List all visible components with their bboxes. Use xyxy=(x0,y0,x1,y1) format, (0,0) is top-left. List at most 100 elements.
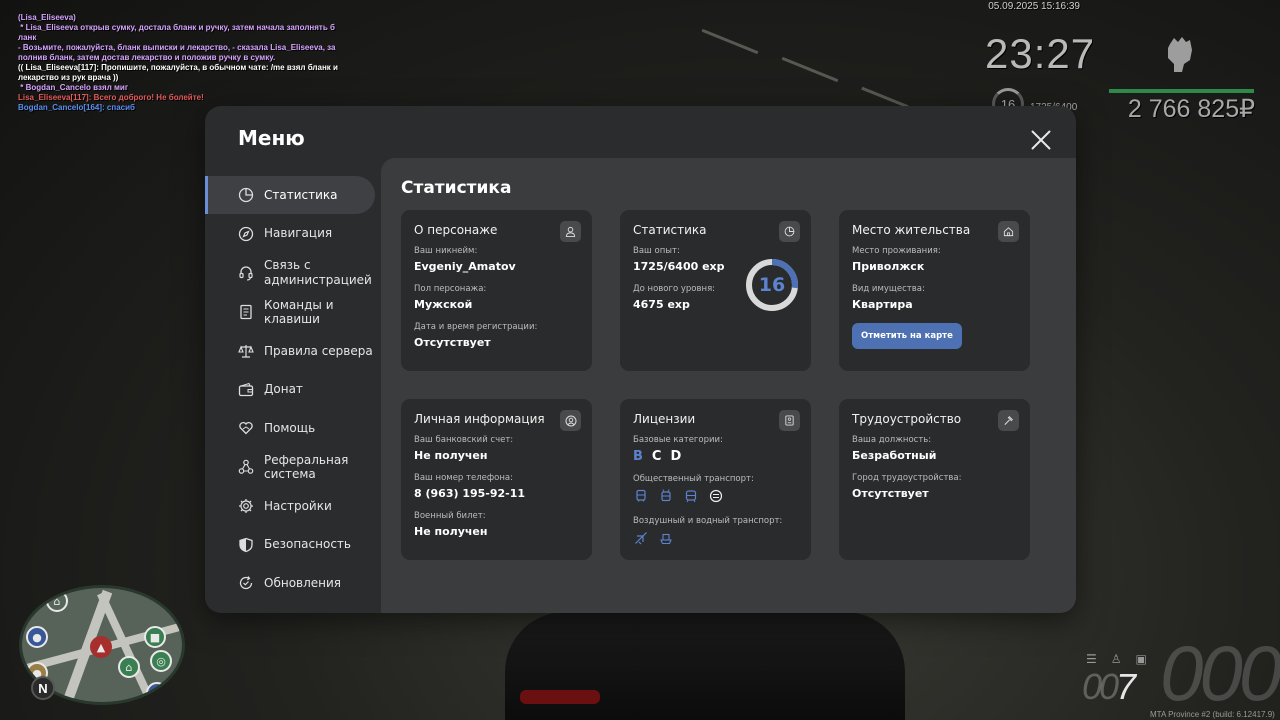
pie-chart-icon xyxy=(237,186,255,204)
position-label: Ваша должность: xyxy=(852,435,932,445)
player-marker-icon: ▲ xyxy=(90,636,112,658)
military-id-label: Военный билет: xyxy=(414,511,486,521)
house-blip-icon: ⌂ xyxy=(118,656,140,678)
target-blip-icon: ◎ xyxy=(150,650,172,672)
card-title: Статистика xyxy=(633,223,707,237)
hud-money: 2 766 825₽ xyxy=(1127,95,1255,123)
police-blip-icon: ● xyxy=(26,626,48,648)
seatbelt-icon: ♙ xyxy=(1110,652,1122,666)
tram-icon xyxy=(683,488,699,504)
hud-gear-value: 7 xyxy=(1116,666,1136,707)
residence-value: Приволжск xyxy=(852,260,925,273)
license-category: C xyxy=(651,449,662,464)
build-info: MTA Province #2 (build: 6.12417.9) xyxy=(1150,710,1275,719)
pie-chart-icon xyxy=(779,221,800,242)
card-statistics: Статистика Ваш опыт: 1725/6400 exp До но… xyxy=(620,210,811,371)
sidebar-item-security[interactable]: Безопасность xyxy=(205,526,381,564)
sidebar-item-label: Команды и клавиши xyxy=(264,297,334,327)
network-icon xyxy=(237,458,255,476)
sidebar-item-settings[interactable]: Настройки xyxy=(205,487,381,525)
chat-line: * Lisa_Eliseeva открыв сумку, достала бл… xyxy=(18,23,338,42)
gender-label: Пол персонажа: xyxy=(414,284,487,294)
subway-icon xyxy=(708,488,724,504)
sidebar-item-rules[interactable]: Правила сервера xyxy=(205,332,381,370)
military-id-value: Не получен xyxy=(414,525,488,538)
sidebar-item-commands[interactable]: Команды и клавиши xyxy=(205,293,381,332)
bank-account-label: Ваш банковский счет: xyxy=(414,435,514,445)
registration-value: Отсутствует xyxy=(414,336,491,349)
nickname-value: Evgeniy_Amatov xyxy=(414,260,516,273)
sidebar-item-donate[interactable]: Донат xyxy=(205,371,381,409)
user-circle-icon xyxy=(560,410,581,431)
compass-icon xyxy=(237,225,255,243)
job-city-label: Город трудоустройства: xyxy=(852,473,962,483)
plane-icon xyxy=(633,530,649,546)
residence-label: Место проживания: xyxy=(852,246,941,256)
gear-icon xyxy=(237,497,255,515)
headset-icon xyxy=(237,264,255,282)
chat-line: (( Lisa_Eliseeva[117]: Пропишите, пожалу… xyxy=(18,63,343,82)
bus-icon xyxy=(633,488,649,504)
chat-line: - Возьмите, пожалуйста, бланк выписки и … xyxy=(18,43,338,62)
mark-on-map-button[interactable]: Отметить на карте xyxy=(852,323,962,349)
sidebar: Статистика Навигация Связь с администрац… xyxy=(205,176,381,603)
air-water-transport-label: Воздушный и водный транспорт: xyxy=(633,516,783,526)
boat-icon xyxy=(658,530,674,546)
bank-account-value: Не получен xyxy=(414,449,488,462)
close-button[interactable] xyxy=(1029,128,1053,152)
engine-icon: ▣ xyxy=(1135,652,1147,666)
chat-line: (Lisa_Eliseeva) xyxy=(18,13,76,22)
user-icon xyxy=(560,221,581,242)
fist-icon xyxy=(1168,37,1192,72)
hud-gear-prefix: 00 xyxy=(1082,666,1119,707)
air-water-transport-icons xyxy=(633,530,798,546)
property-value: Квартира xyxy=(852,298,913,311)
job-city-value: Отсутствует xyxy=(852,487,929,500)
id-card-icon xyxy=(779,410,800,431)
sidebar-item-label: Правила сервера xyxy=(264,343,373,358)
content-title: Статистика xyxy=(401,178,512,198)
phone-value: 8 (963) 195-92-11 xyxy=(414,487,526,500)
sidebar-item-label: Навигация xyxy=(264,226,333,241)
chat-line: Lisa_Eliseeva[117]: Всего доброго! Не бо… xyxy=(18,93,348,103)
vehicle-blip-icon: ■ xyxy=(146,682,168,702)
health-bar xyxy=(1109,89,1254,93)
hud-clock: 23:27 xyxy=(985,30,1096,77)
car-taillight xyxy=(520,690,600,704)
card-residence: Место жительства Место проживания: Приво… xyxy=(839,210,1030,371)
chat-log: (Lisa_Eliseeva) * Lisa_Eliseeva открыв с… xyxy=(18,13,348,113)
sidebar-item-label: Статистика xyxy=(264,187,338,202)
sidebar-item-referral[interactable]: Реферальная система xyxy=(205,448,381,487)
sidebar-item-contact-admin[interactable]: Связь с администрацией xyxy=(205,253,381,292)
sidebar-item-label: Помощь xyxy=(264,420,316,435)
public-transport-icons xyxy=(633,488,798,504)
sidebar-item-label: Связь с администрацией xyxy=(264,258,372,287)
sidebar-item-statistics[interactable]: Статистика xyxy=(205,176,375,214)
sidebar-item-navigation[interactable]: Навигация xyxy=(205,215,381,253)
content-area: Статистика О персонаже Ваш никнейм: Evge… xyxy=(381,158,1076,613)
heart-hand-icon xyxy=(237,419,255,437)
car-blip-icon: ■ xyxy=(144,626,166,648)
hud-gear: 007 xyxy=(1082,666,1136,708)
home-icon xyxy=(998,221,1019,242)
card-title: Место жительства xyxy=(852,223,971,237)
level-number: 16 xyxy=(758,274,786,296)
exp-label: Ваш опыт: xyxy=(633,246,680,256)
scales-icon xyxy=(237,342,255,360)
headlight-icon: ☰ xyxy=(1086,652,1097,666)
trolleybus-icon xyxy=(658,488,674,504)
card-title: Личная информация xyxy=(414,412,545,426)
wallet-icon xyxy=(237,381,255,399)
sidebar-item-label: Настройки xyxy=(264,498,332,513)
position-value: Безработный xyxy=(852,449,937,462)
sidebar-item-help[interactable]: Помощь xyxy=(205,409,381,447)
sidebar-item-updates[interactable]: Обновления xyxy=(205,564,381,602)
property-label: Вид имущества: xyxy=(852,284,925,294)
card-title: О персонаже xyxy=(414,223,498,237)
gender-value: Мужской xyxy=(414,298,473,311)
document-icon xyxy=(237,303,255,321)
nickname-label: Ваш никнейм: xyxy=(414,246,478,256)
refresh-check-icon xyxy=(237,574,255,592)
base-categories-label: Базовые категории: xyxy=(633,435,723,445)
menu-title: Меню xyxy=(238,126,305,150)
